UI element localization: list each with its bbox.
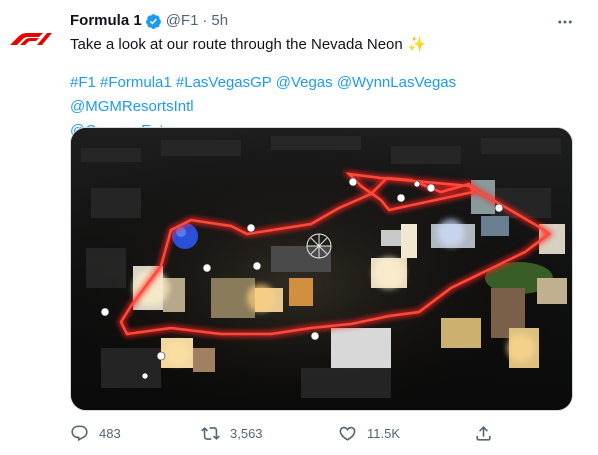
hashtag-link[interactable]: #F1 bbox=[70, 74, 96, 91]
reply-button[interactable]: 483 bbox=[70, 421, 121, 445]
share-button[interactable] bbox=[474, 421, 493, 445]
separator-dot: · bbox=[202, 12, 208, 29]
heart-icon bbox=[339, 426, 356, 441]
avatar[interactable] bbox=[6, 14, 56, 64]
retweet-count: 3,563 bbox=[230, 425, 263, 441]
las-vegas-circuit-image bbox=[71, 128, 572, 410]
tweet-header: Formula 1 @F1 · 5h bbox=[70, 11, 228, 31]
hashtag-link[interactable]: #Formula1 bbox=[100, 74, 172, 91]
more-dots-icon[interactable] bbox=[553, 10, 577, 34]
reply-count: 483 bbox=[99, 425, 121, 441]
share-icon bbox=[476, 425, 491, 441]
tweet-actions: 483 3,563 11.5K bbox=[70, 421, 575, 445]
like-button[interactable]: 11.5K bbox=[338, 421, 400, 445]
account-name[interactable]: Formula 1 bbox=[70, 11, 142, 31]
tweet: Formula 1 @F1 · 5h Take a look at our ro… bbox=[0, 0, 598, 455]
tweet-timestamp[interactable]: 5h bbox=[211, 11, 228, 31]
mention-link[interactable]: @Vegas bbox=[276, 74, 333, 91]
reply-icon bbox=[71, 425, 88, 441]
mention-link[interactable]: @MGMResortsIntl bbox=[70, 98, 194, 115]
tweet-media-image[interactable] bbox=[70, 127, 573, 411]
sparkles-emoji: ✨ bbox=[407, 36, 427, 53]
tags-line-1: #F1 #Formula1 #LasVegasGP @Vegas @WynnLa… bbox=[70, 71, 580, 119]
tweet-text-content: Take a look at our route through the Nev… bbox=[70, 36, 403, 53]
account-handle[interactable]: @F1 bbox=[166, 11, 199, 31]
mention-link[interactable]: @WynnLasVegas bbox=[337, 74, 456, 91]
like-count: 11.5K bbox=[367, 425, 401, 441]
hashtag-link[interactable]: #LasVegasGP bbox=[176, 74, 272, 91]
f1-logo-icon bbox=[10, 33, 52, 45]
retweet-icon bbox=[201, 426, 220, 440]
verified-badge-icon bbox=[145, 13, 162, 30]
tweet-text: Take a look at our route through the Nev… bbox=[70, 35, 426, 55]
retweet-button[interactable]: 3,563 bbox=[201, 421, 263, 445]
